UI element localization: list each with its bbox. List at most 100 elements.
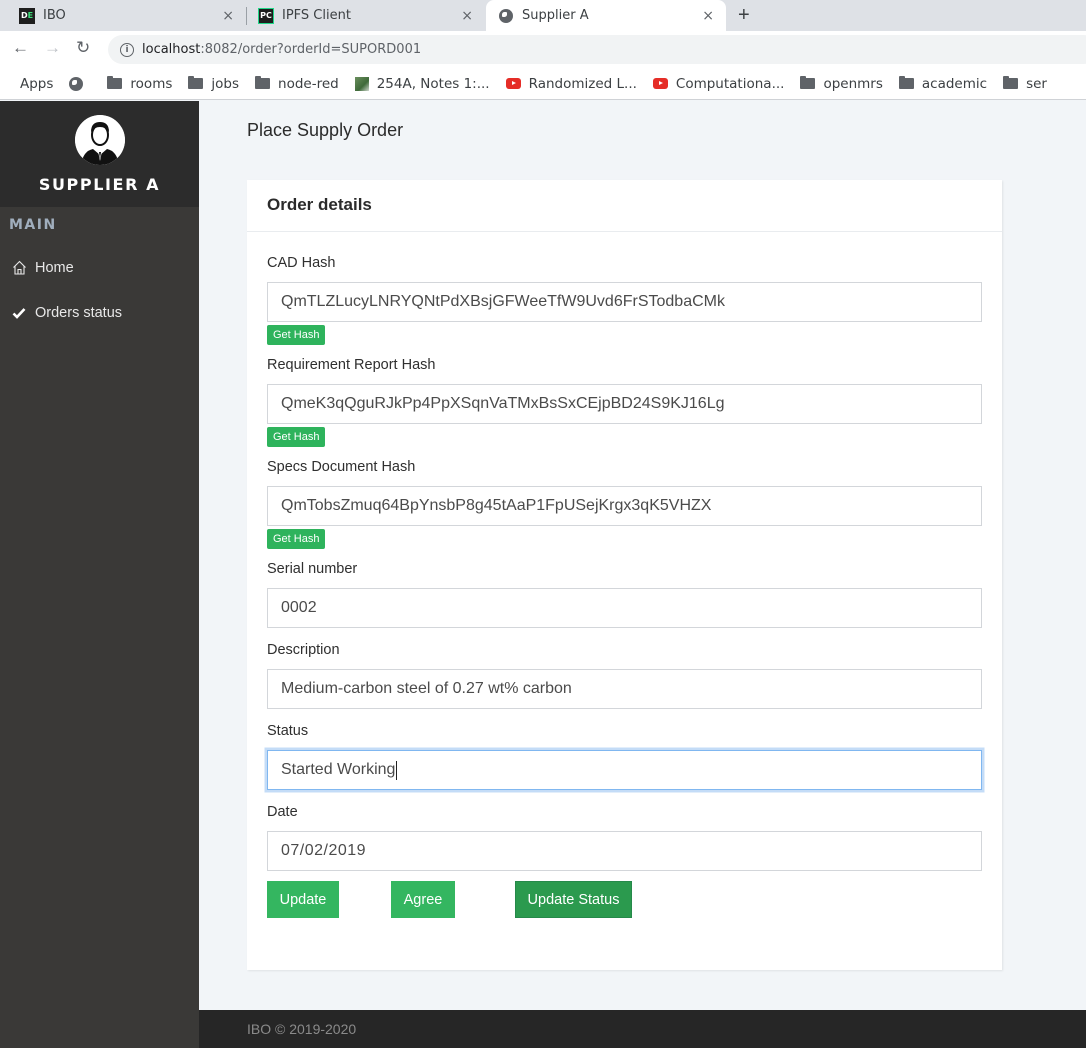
date-label: Date: [267, 804, 298, 820]
avatar: [74, 115, 125, 165]
url-host: localhost: [142, 42, 201, 57]
text-caret: [396, 760, 398, 780]
tab-supplier-a[interactable]: Supplier A ×: [486, 0, 726, 31]
close-tab-icon[interactable]: ×: [461, 8, 473, 24]
sidebar: SUPPLIER A MAIN Home Orders status: [0, 101, 199, 1048]
tab-label: Supplier A: [522, 8, 589, 23]
close-tab-icon[interactable]: ×: [702, 8, 714, 24]
address-bar[interactable]: i localhost:8082/order?orderId=SUPORD001: [108, 35, 1086, 64]
folder-icon: [107, 76, 123, 89]
tab-label: IBO: [43, 8, 66, 23]
requirement-get-hash-button[interactable]: Get Hash: [267, 427, 326, 447]
sidebar-item-orders-status[interactable]: Orders status: [0, 290, 199, 335]
serial-number-label: Serial number: [267, 561, 358, 577]
new-tab-button[interactable]: +: [738, 4, 750, 27]
bookmark-label: academic: [921, 75, 988, 92]
serial-number-value: 0002: [281, 599, 317, 616]
globe-icon: [69, 76, 84, 91]
sidebar-item-label: Orders status: [35, 304, 123, 321]
reload-icon[interactable]: ↻: [76, 38, 90, 58]
status-value: Started Working: [281, 761, 396, 778]
sidebar-item-label: Home: [35, 259, 74, 276]
folder-icon: [800, 76, 816, 89]
bookmarks-bar: Apps rooms jobs node-red 254A, Notes 1:.…: [0, 68, 1086, 100]
footer-copyright: IBO © 2019-2020: [247, 1021, 357, 1037]
datagrip-icon: DE: [19, 7, 35, 24]
specs-hash-label: Specs Document Hash: [267, 459, 416, 475]
bookmark-label: Apps: [20, 75, 54, 92]
order-details-card: Order details CAD Hash QmTLZLucyLNRYQNtP…: [247, 180, 1002, 970]
browser-toolbar: ← → ↻ i localhost:8082/order?orderId=SUP…: [0, 31, 1086, 68]
cad-hash-value: QmTLZLucyLNRYQNtPdXBsjGFWeeTfW9Uvd6FrSTo…: [281, 293, 725, 310]
url-path: :8082/order?orderId=SUPORD001: [200, 42, 422, 57]
cad-hash-input[interactable]: QmTLZLucyLNRYQNtPdXBsjGFWeeTfW9Uvd6FrSTo…: [267, 282, 982, 322]
folder-icon: [1003, 76, 1019, 89]
browser-tab-bar: DE IBO × PC IPFS Client × Supplier A × +: [0, 0, 1086, 31]
bookmark-notes[interactable]: 254A, Notes 1:...: [354, 75, 490, 92]
agree-button[interactable]: Agree: [391, 881, 455, 918]
globe-icon: [498, 8, 514, 24]
youtube-icon: [505, 78, 521, 89]
bookmark-node-red[interactable]: node-red: [255, 76, 339, 92]
page-title: Place Supply Order: [247, 120, 404, 140]
bookmark-globe[interactable]: [69, 76, 91, 91]
tab-label: IPFS Client: [282, 8, 351, 23]
description-value: Medium-carbon steel of 0.27 wt% carbon: [281, 680, 572, 697]
folder-icon: [898, 76, 914, 89]
pycharm-icon: PC: [258, 7, 274, 24]
youtube-icon: [652, 78, 668, 89]
requirement-hash-input[interactable]: QmeK3qQguRJkPp4PpXSqnVaTMxBsSxCEjpBD24S9…: [267, 384, 982, 424]
update-status-button[interactable]: Update Status: [515, 881, 632, 918]
serial-number-input[interactable]: 0002: [267, 588, 982, 628]
folder-icon: [188, 76, 204, 89]
date-input[interactable]: 07/02/2019: [267, 831, 982, 871]
specs-hash-input[interactable]: QmTobsZmuq64BpYnsbP8g45tAaP1FpUSejKrgx3q…: [267, 486, 982, 526]
bookmark-label: 254A, Notes 1:...: [376, 75, 490, 92]
date-value: 07/02/2019: [281, 842, 367, 859]
folder-icon: [255, 76, 271, 89]
bookmark-jobs[interactable]: jobs: [188, 76, 239, 92]
bookmark-openmrs[interactable]: openmrs: [800, 75, 883, 92]
main-content: Place Supply Order Order details CAD Has…: [199, 101, 1086, 1010]
bookmark-label: openmrs: [823, 75, 883, 92]
requirement-hash-value: QmeK3qQguRJkPp4PpXSqnVaTMxBsSxCEjpBD24S9…: [281, 395, 725, 412]
image-icon: [354, 76, 369, 91]
user-avatar-icon: [74, 115, 125, 165]
sidebar-header: SUPPLIER A: [0, 101, 199, 207]
sidebar-section-title: MAIN: [9, 217, 57, 233]
bookmark-label: node-red: [278, 75, 339, 92]
bookmark-label: Computationa...: [675, 75, 785, 92]
forward-icon[interactable]: →: [44, 38, 61, 58]
bookmark-apps[interactable]: Apps: [12, 76, 53, 92]
status-label: Status: [267, 723, 309, 739]
status-input[interactable]: Started Working: [267, 750, 982, 790]
description-input[interactable]: Medium-carbon steel of 0.27 wt% carbon: [267, 669, 982, 709]
bookmark-label: jobs: [211, 75, 240, 92]
bookmark-academic[interactable]: academic: [898, 75, 988, 92]
bookmark-rooms[interactable]: rooms: [107, 76, 172, 92]
bookmark-label: ser: [1026, 75, 1047, 92]
info-icon[interactable]: i: [120, 42, 134, 57]
sidebar-brand: SUPPLIER A: [38, 175, 161, 194]
requirement-hash-label: Requirement Report Hash: [267, 357, 436, 373]
description-label: Description: [267, 642, 340, 658]
back-icon[interactable]: ←: [12, 38, 29, 58]
home-icon: [11, 260, 27, 275]
footer: IBO © 2019-2020: [199, 1010, 1086, 1048]
card-title: Order details: [247, 180, 1002, 232]
bookmark-label: rooms: [130, 75, 173, 92]
bookmark-label: Randomized L...: [528, 75, 637, 92]
specs-hash-value: QmTobsZmuq64BpYnsbP8g45tAaP1FpUSejKrgx3q…: [281, 497, 712, 514]
bookmark-ser[interactable]: ser: [1003, 76, 1047, 92]
close-tab-icon[interactable]: ×: [222, 8, 234, 24]
bookmark-randomized[interactable]: Randomized L...: [505, 75, 637, 92]
specs-get-hash-button[interactable]: Get Hash: [267, 529, 326, 549]
sidebar-item-home[interactable]: Home: [0, 245, 199, 290]
cad-get-hash-button[interactable]: Get Hash: [267, 325, 326, 345]
update-button[interactable]: Update: [267, 881, 339, 918]
tab-ibo[interactable]: DE IBO ×: [0, 0, 246, 31]
tab-ipfs-client[interactable]: PC IPFS Client ×: [247, 0, 485, 31]
check-icon: [11, 307, 27, 319]
cad-hash-label: CAD Hash: [267, 255, 336, 271]
bookmark-computational[interactable]: Computationa...: [652, 75, 785, 92]
